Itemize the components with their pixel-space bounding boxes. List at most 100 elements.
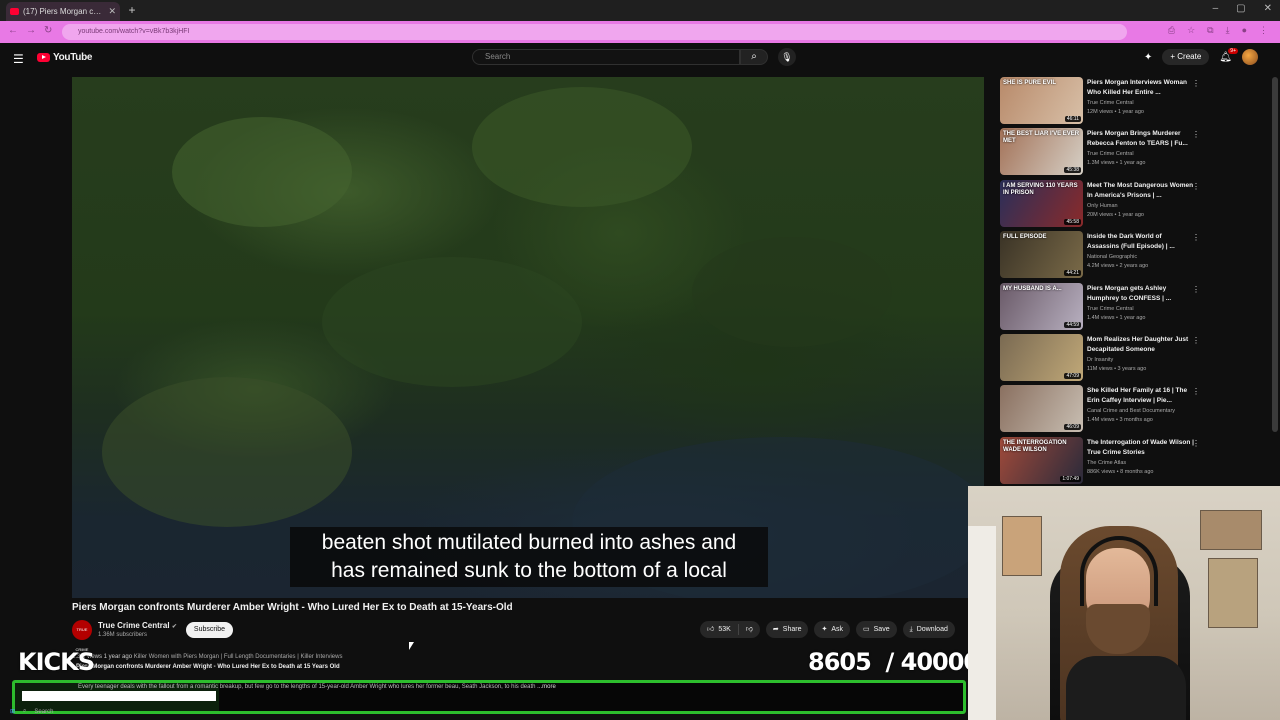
reload-icon[interactable]: ↻ <box>44 25 52 36</box>
more-options-icon[interactable]: ⋮ <box>1192 130 1200 139</box>
address-bar[interactable]: youtube.com/watch?v=vBk7b3kjHFI <box>62 24 1127 40</box>
minimize-icon[interactable]: – <box>1213 3 1219 14</box>
video-thumbnail[interactable]: FULL EPISODE 44:21 <box>1000 231 1083 279</box>
taskbar-search-label[interactable]: Search <box>34 709 53 715</box>
video-thumbnail[interactable]: I AM SERVING 110 YEARS IN PRISON 45:58 <box>1000 179 1083 227</box>
channel-name-text: True Crime Central <box>98 621 170 630</box>
recommendation-meta: 20M views • 1 year ago <box>1087 211 1144 218</box>
download-icon[interactable]: ⤓ <box>1226 25 1230 36</box>
youtube-logo[interactable]: YouTube <box>37 52 93 63</box>
recommendation-channel[interactable]: Dr Insanity <box>1087 355 1195 365</box>
notifications-icon[interactable]: 🔔︎ 9+ <box>1219 47 1238 63</box>
kicks-label: KICKS <box>18 648 95 676</box>
recommendation-channel[interactable]: Canal Crime and Best Documentary <box>1087 406 1195 416</box>
like-button[interactable]: 👍︎ 53K <box>700 621 738 638</box>
create-button[interactable]: + Create <box>1162 49 1210 65</box>
more-options-icon[interactable]: ⋮ <box>1192 79 1200 88</box>
recommendation-title[interactable]: Inside the Dark World of Assassins (Full… <box>1087 232 1195 252</box>
install-icon[interactable]: ⎙ <box>1168 25 1175 36</box>
ask-button[interactable]: ✦ Ask <box>814 621 851 638</box>
video-thumbnail[interactable]: THE BEST LIAR I'VE EVER MET 45:38 <box>1000 128 1083 176</box>
recommendation-title[interactable]: Piers Morgan Brings Murderer Rebecca Fen… <box>1087 129 1195 149</box>
search-button[interactable]: ⌕ <box>740 49 768 65</box>
recommendation-item[interactable]: THE INTERROGATION WADE WILSON 1:07:49 The … <box>1000 436 1210 485</box>
duration-badge: 45:38 <box>1064 167 1081 174</box>
recommendation-title[interactable]: Piers Morgan Interviews Woman Who Killed… <box>1087 78 1195 98</box>
duration-badge: 44:21 <box>1064 270 1081 277</box>
subscribe-button[interactable]: Subscribe <box>186 622 233 638</box>
video-thumbnail[interactable]: 47:09 <box>1000 334 1083 381</box>
extensions-icon[interactable]: ⧉ <box>1207 25 1213 36</box>
download-button[interactable]: ⤓ Download <box>902 621 955 638</box>
recommendation-channel[interactable]: True Crime Central <box>1087 304 1195 314</box>
recommendation-title[interactable]: The Interrogation of Wade Wilson | True … <box>1087 438 1195 458</box>
recommendation-title[interactable]: Meet The Most Dangerous Women In America… <box>1087 181 1195 201</box>
foliage-texture <box>322 257 582 387</box>
recommendation-item[interactable]: MY HUSBAND IS A... 44:59 Piers Morgan gets… <box>1000 282 1210 331</box>
share-button[interactable]: ➦ Share <box>765 621 809 638</box>
recommendation-item[interactable]: THE BEST LIAR I'VE EVER MET 45:38 Piers Mo… <box>1000 128 1210 176</box>
more-options-icon[interactable]: ⋮ <box>1192 439 1200 448</box>
voice-search-button[interactable]: 🎙︎ <box>778 48 796 66</box>
recommendation-item[interactable]: 47:09 Mom Realizes Her Daughter Just Deca… <box>1000 334 1210 382</box>
channel-name[interactable]: True Crime Central ✔ <box>98 621 177 630</box>
search-input[interactable]: Search <box>472 49 740 65</box>
recommendation-info: She Killed Her Family at 16 | The Erin C… <box>1087 386 1195 425</box>
recommendation-channel[interactable]: Only Human <box>1087 201 1195 211</box>
maximize-icon[interactable]: ▢ <box>1236 3 1245 14</box>
recommendation-channel[interactable]: The Crime Atlas <box>1087 458 1195 468</box>
recommendation-item[interactable]: SHE IS PURE EVIL 46:11 Piers Morgan Interv… <box>1000 77 1210 125</box>
recommendation-channel[interactable]: National Geographic <box>1087 252 1195 262</box>
recommendation-channel[interactable]: True Crime Central <box>1087 149 1195 159</box>
recommendation-item[interactable]: I AM SERVING 110 YEARS IN PRISON 45:58 Mee… <box>1000 179 1210 228</box>
windows-start-icon[interactable]: ⊞ <box>10 708 15 715</box>
video-thumbnail[interactable]: THE INTERROGATION WADE WILSON 1:07:49 <box>1000 436 1083 484</box>
menu-icon[interactable]: ☰ <box>13 52 24 66</box>
recommendation-title[interactable]: Piers Morgan gets Ashley Humphrey to CON… <box>1087 284 1195 304</box>
video-thumbnail[interactable]: MY HUSBAND IS A... 44:59 <box>1000 282 1083 330</box>
mic-icon: 🎙︎ <box>781 52 793 62</box>
save-label: Save <box>873 626 890 633</box>
like-count: 53K <box>718 626 731 633</box>
more-options-icon[interactable]: ⋮ <box>1192 233 1200 242</box>
channel-avatar[interactable]: TRUE CRIME <box>72 620 92 652</box>
description-title: Piers Morgan confronts Murderer Amber Wr… <box>76 664 340 670</box>
page-scrollbar[interactable] <box>1272 77 1278 432</box>
save-button[interactable]: ▭ Save <box>856 621 897 638</box>
back-icon[interactable]: ← <box>8 25 18 36</box>
recommendation-title[interactable]: Mom Realizes Her Daughter Just Decapitat… <box>1087 335 1195 355</box>
more-options-icon[interactable]: ⋮ <box>1192 387 1200 396</box>
video-player[interactable] <box>72 77 984 598</box>
duration-badge: 44:59 <box>1064 321 1081 328</box>
more-options-icon[interactable]: ⋮ <box>1192 285 1200 294</box>
more-link[interactable]: ...more <box>537 684 556 690</box>
like-dislike-group: 👍︎ 53K 👎︎ <box>700 621 760 638</box>
video-description[interactable]: Every teenager deals with the fallout fr… <box>78 684 556 690</box>
recommendation-channel[interactable]: True Crime Central <box>1087 98 1195 108</box>
browser-menu-icon[interactable]: ⋮ <box>1259 25 1268 36</box>
browser-tab-active[interactable]: (17) Piers Morgan confron ✕ <box>6 2 120 21</box>
foliage-texture <box>692 237 892 347</box>
profile-icon[interactable]: ● <box>1242 25 1247 36</box>
video-title: Piers Morgan confronts Murderer Amber Wr… <box>72 602 513 613</box>
recommendation-title[interactable]: She Killed Her Family at 16 | The Erin C… <box>1087 386 1195 406</box>
new-tab-icon[interactable]: + <box>126 4 138 16</box>
account-avatar[interactable] <box>1242 49 1258 65</box>
more-options-icon[interactable]: ⋮ <box>1192 336 1200 345</box>
video-thumbnail[interactable]: SHE IS PURE EVIL 46:11 <box>1000 77 1083 124</box>
forward-icon[interactable]: → <box>26 25 36 36</box>
taskbar-search-icon[interactable]: ⌕ <box>23 708 26 715</box>
wall-poster <box>1200 510 1262 550</box>
extension-icon[interactable]: ✦ <box>1144 52 1152 63</box>
bookmark-star-icon[interactable]: ☆ <box>1187 25 1195 36</box>
close-tab-icon[interactable]: ✕ <box>108 6 116 17</box>
close-window-icon[interactable]: ✕ <box>1264 3 1272 14</box>
dislike-button[interactable]: 👎︎ <box>739 621 760 638</box>
video-thumbnail[interactable]: 46:09 <box>1000 385 1083 433</box>
duration-badge: 1:07:49 <box>1060 475 1081 482</box>
recommendation-item[interactable]: FULL EPISODE 44:21 Inside the Dark World o… <box>1000 231 1210 279</box>
hashtags[interactable]: Killer Women with Piers Morgan | Full Le… <box>134 654 343 660</box>
recommendation-meta: 1.4M views • 3 months ago <box>1087 417 1153 424</box>
more-options-icon[interactable]: ⋮ <box>1192 182 1200 191</box>
recommendation-item[interactable]: 46:09 She Killed Her Family at 16 | The E… <box>1000 385 1210 433</box>
